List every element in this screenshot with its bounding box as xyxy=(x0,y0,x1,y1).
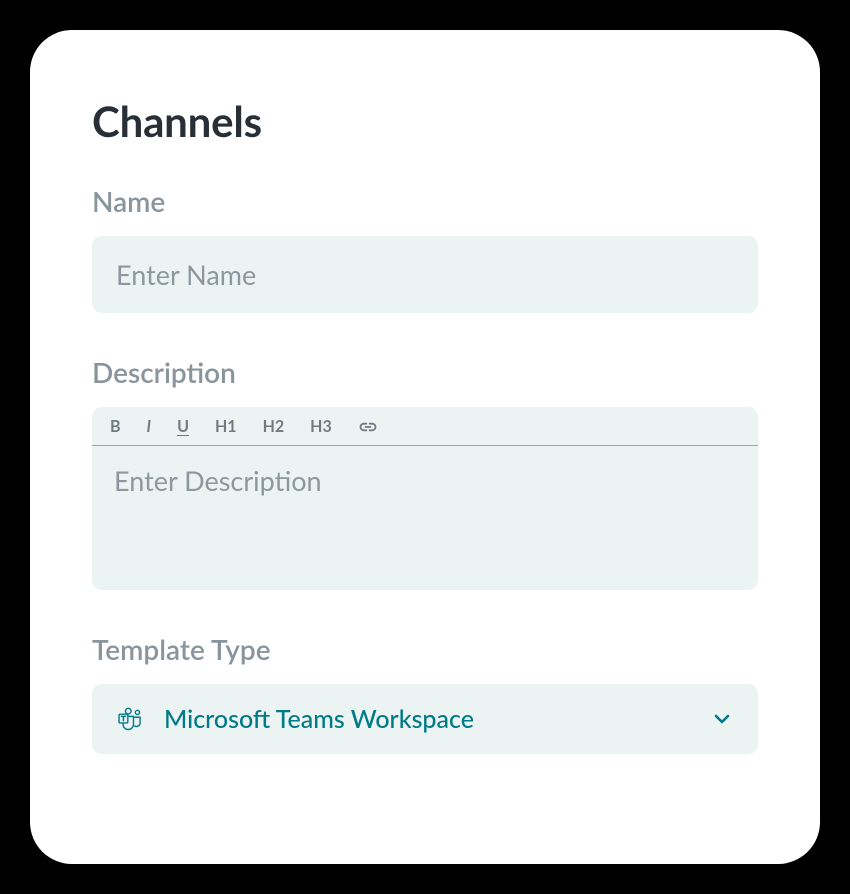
template-type-label: Template Type xyxy=(92,632,758,666)
h2-button[interactable]: H2 xyxy=(261,417,287,437)
channels-form-card: Channels Name Description B I U H1 H2 H3 xyxy=(30,30,820,864)
h3-button[interactable]: H3 xyxy=(308,417,334,437)
description-label: Description xyxy=(92,355,758,389)
link-icon xyxy=(358,420,378,434)
template-type-selected-value: Microsoft Teams Workspace xyxy=(164,704,474,734)
chevron-down-icon xyxy=(710,707,734,731)
link-button[interactable] xyxy=(356,418,380,436)
editor-toolbar: B I U H1 H2 H3 xyxy=(92,407,758,446)
template-type-select[interactable]: Microsoft Teams Workspace xyxy=(92,684,758,754)
ms-teams-icon xyxy=(116,705,144,733)
italic-button[interactable]: I xyxy=(145,417,154,437)
name-field-block: Name xyxy=(92,184,758,313)
description-editor: B I U H1 H2 H3 xyxy=(92,407,758,590)
select-left: Microsoft Teams Workspace xyxy=(116,704,474,734)
description-input[interactable] xyxy=(92,446,758,586)
name-label: Name xyxy=(92,184,758,218)
underline-button[interactable]: U xyxy=(175,417,191,437)
page-title: Channels xyxy=(92,96,758,146)
name-input[interactable] xyxy=(92,236,758,313)
description-field-block: Description B I U H1 H2 H3 xyxy=(92,355,758,590)
h1-button[interactable]: H1 xyxy=(213,417,239,437)
bold-button[interactable]: B xyxy=(108,417,123,437)
template-type-field-block: Template Type Microsoft Teams Workspace xyxy=(92,632,758,754)
